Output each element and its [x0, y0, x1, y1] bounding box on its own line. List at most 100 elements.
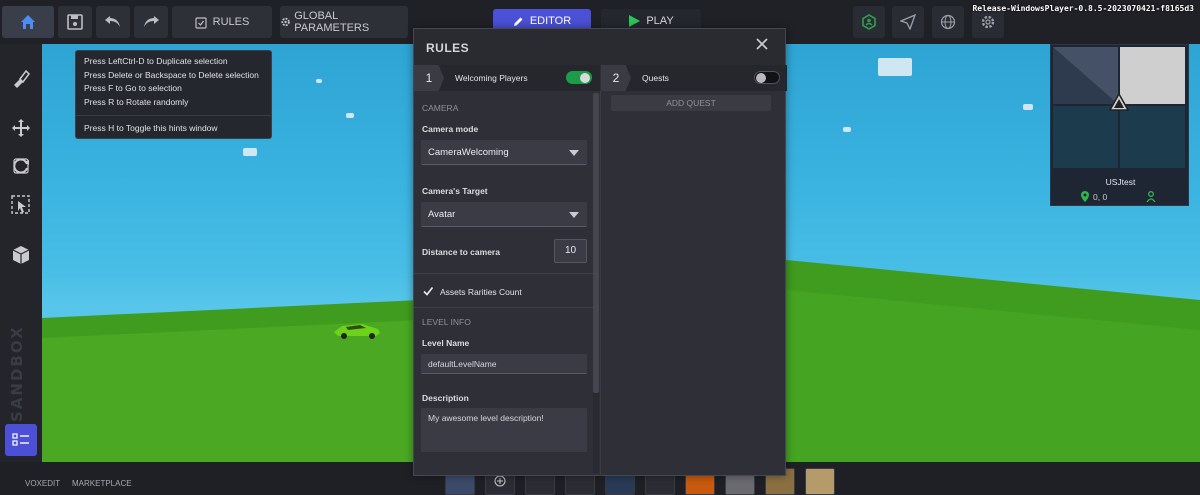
tab-label: Quests: [642, 73, 669, 83]
rules-modal-header: RULES: [414, 29, 785, 65]
language-button[interactable]: [932, 6, 964, 38]
close-icon[interactable]: [755, 37, 769, 51]
person-icon: [1146, 191, 1156, 202]
assets-rarities-label: Assets Rarities Count: [440, 287, 522, 297]
cloud: [346, 113, 354, 118]
chevron-down-icon: [569, 212, 579, 218]
rotate-icon: [13, 158, 29, 174]
selection-cursor-icon: [11, 195, 30, 214]
avatar-mode-button[interactable]: [853, 6, 885, 38]
hint-line: Press R to Rotate randomly: [84, 97, 189, 108]
sandbox-logo: SANDBOX: [8, 325, 26, 422]
gear-icon: [281, 17, 290, 27]
divider: [414, 307, 594, 308]
hint-line: Press Delete or Backspace to Delete sele…: [84, 69, 259, 80]
list-icon: [12, 433, 29, 446]
select-tool-button[interactable]: [5, 189, 37, 221]
location-pin-icon: [1081, 191, 1089, 202]
camera-mode-value: CameraWelcoming: [428, 147, 509, 158]
add-quest-button[interactable]: ADD QUEST: [611, 95, 771, 111]
save-button[interactable]: [58, 6, 92, 38]
undo-button[interactable]: [96, 6, 130, 38]
paper-plane-icon: [900, 14, 916, 30]
hint-line: Press LeftCtrl-D to Duplicate selection: [84, 56, 228, 66]
tab-quests[interactable]: 2 Quests: [601, 65, 787, 91]
level-info-section-heading: LEVEL INFO: [422, 317, 471, 327]
asset-tool-button[interactable]: [5, 239, 37, 271]
paint-brush-icon: [14, 69, 30, 88]
home-button[interactable]: [2, 6, 54, 38]
camera-mode-dropdown[interactable]: CameraWelcoming: [421, 140, 587, 165]
undo-icon: [105, 16, 120, 27]
global-parameters-button[interactable]: GLOBAL PARAMETERS: [280, 6, 408, 38]
minimap-coordinates: 0, 0: [1081, 191, 1107, 202]
hints-toggle-button[interactable]: [5, 424, 37, 456]
tab-number: 1: [414, 65, 444, 91]
cloud: [843, 127, 851, 132]
cube-icon: [12, 246, 30, 264]
rules-modal: RULES 1 Welcoming Players 2 Quests CAMER…: [413, 28, 787, 476]
welcoming-players-panel: CAMERA Camera mode CameraWelcoming Camer…: [414, 91, 600, 476]
asset-slot[interactable]: [805, 468, 835, 495]
tab-welcoming-players[interactable]: 1 Welcoming Players: [414, 65, 600, 91]
distance-to-camera-input[interactable]: 10: [554, 239, 587, 263]
panel-scrollbar[interactable]: [593, 93, 599, 473]
version-label: Release-WindowsPlayer-0.8.5-2023070421-f…: [972, 4, 1194, 13]
rules-button[interactable]: RULES: [172, 6, 272, 38]
hints-window: Press LeftCtrl-D to Duplicate selection …: [75, 50, 272, 139]
rules-button-label: RULES: [212, 16, 250, 28]
camera-target-dropdown[interactable]: Avatar: [421, 202, 587, 227]
publish-button[interactable]: [892, 6, 924, 38]
rules-modal-title: RULES: [426, 41, 470, 55]
rotate-tool-button[interactable]: [5, 150, 37, 182]
pencil-icon: [513, 17, 523, 26]
level-name-label: Level Name: [422, 338, 470, 348]
quests-panel: ADD QUEST: [600, 91, 786, 476]
description-label: Description: [422, 393, 469, 403]
description-textarea[interactable]: My awesome level description!: [421, 408, 587, 452]
tab-label: Welcoming Players: [455, 73, 528, 83]
minimap[interactable]: USJtest 0, 0: [1050, 44, 1189, 206]
cloud: [878, 58, 912, 76]
player-marker-icon: [1109, 93, 1129, 111]
toggle-knob: [580, 72, 590, 83]
paint-tool-button[interactable]: [5, 62, 37, 94]
move-tool-button[interactable]: [5, 112, 37, 144]
globe-icon: [940, 14, 956, 30]
green-car[interactable]: [332, 320, 382, 340]
cloud: [316, 79, 322, 83]
divider: [414, 273, 594, 274]
assets-rarities-checkbox[interactable]: [422, 285, 434, 297]
hint-toggle-line: Press H to Toggle this hints window: [84, 123, 218, 133]
cloud: [1023, 104, 1033, 110]
distance-to-camera-label: Distance to camera: [422, 247, 500, 257]
minimap-tile: [1120, 106, 1185, 168]
home-icon: [21, 15, 35, 29]
tab-number: 2: [601, 65, 631, 91]
quests-toggle[interactable]: [754, 71, 780, 84]
play-icon: [629, 15, 641, 27]
marketplace-link[interactable]: MARKETPLACE: [72, 479, 132, 488]
redo-icon: [144, 16, 159, 27]
cloud: [243, 148, 257, 156]
play-mode-label: PLAY: [646, 15, 674, 27]
avatar-badge-icon: [862, 14, 876, 30]
camera-mode-label: Camera mode: [422, 124, 479, 134]
hints-divider: [76, 115, 271, 116]
clipboard-check-icon: [195, 16, 207, 29]
minimap-tile: [1120, 47, 1185, 104]
left-toolbar: SANDBOX: [0, 44, 42, 462]
settings-gear-icon: [981, 15, 995, 29]
minimap-tile: [1053, 106, 1118, 168]
toggle-knob: [756, 73, 766, 83]
global-parameters-label: GLOBAL PARAMETERS: [294, 10, 370, 34]
welcoming-players-toggle[interactable]: [566, 71, 592, 84]
camera-target-label: Camera's Target: [422, 186, 488, 196]
hint-line: Press F to Go to selection: [84, 83, 182, 94]
level-name-input[interactable]: defaultLevelName: [421, 354, 587, 374]
scrollbar-thumb[interactable]: [593, 93, 599, 393]
redo-button[interactable]: [134, 6, 168, 38]
editor-mode-label: EDITOR: [529, 15, 572, 27]
camera-target-value: Avatar: [428, 209, 456, 220]
voxedit-link[interactable]: VOXEDIT: [25, 479, 60, 488]
